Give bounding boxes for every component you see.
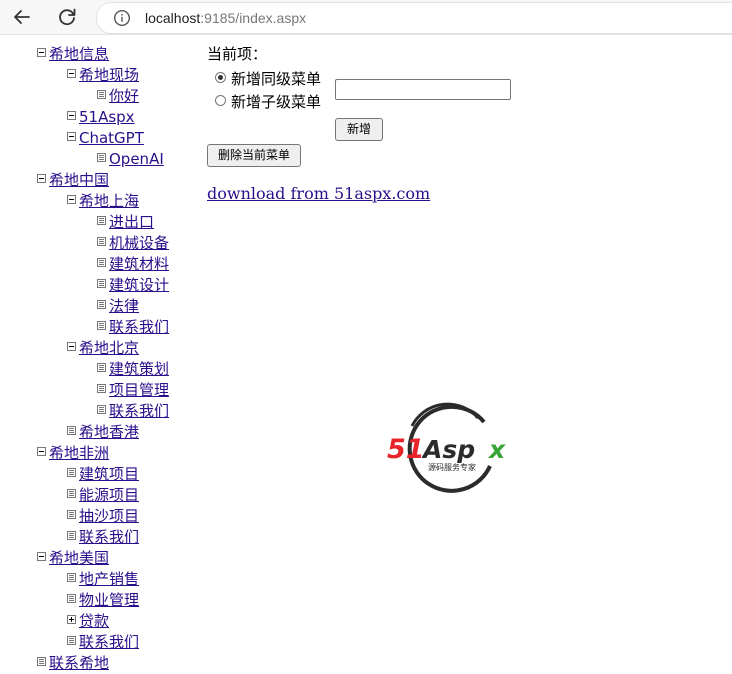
tree-leaf-icon [97,258,106,267]
svg-text:Asp: Asp [421,435,475,464]
current-item-label: 当前项： [207,45,268,63]
tree-node-label[interactable]: 希地信息 [49,44,109,64]
tree-collapse-icon[interactable] [37,48,46,57]
tree-node-label[interactable]: 进出口 [109,212,154,232]
tree-node-label[interactable]: 希地美国 [49,548,109,568]
tree-node-label[interactable]: 希地中国 [49,170,109,190]
url-path: :9185/index.aspx [200,10,307,26]
tree-node-label[interactable]: ChatGPT [79,128,144,148]
tree-leaf-icon [97,216,106,225]
tree-expand-icon[interactable] [67,615,76,624]
radio-button-child[interactable] [215,95,226,106]
tree-node-label[interactable]: 地产销售 [79,569,139,589]
tree-leaf-icon [97,279,106,288]
url-host: localhost [145,10,201,26]
tree-node-label[interactable]: 联系我们 [109,401,169,421]
tree-node-label[interactable]: 能源项目 [79,485,139,505]
tree-collapse-icon[interactable] [67,342,76,351]
tree-leaf-icon [67,636,76,645]
tree-node-label[interactable]: 你好 [109,86,139,106]
tree-leaf-icon [97,384,106,393]
tree-node-label[interactable]: 抽沙项目 [79,506,139,526]
radio-label-child: 新增子级菜单 [231,93,322,111]
tree-leaf-icon [67,468,76,477]
tree-leaf-icon [67,489,76,498]
radio-label-sibling: 新增同级菜单 [231,70,322,88]
tree-node-label[interactable]: 希地北京 [79,338,139,358]
tree-collapse-icon[interactable] [67,69,76,78]
tree-node-label[interactable]: 法律 [109,296,139,316]
tree-leaf-icon [37,657,46,666]
tree-collapse-icon[interactable] [67,195,76,204]
tree-leaf-icon [97,405,106,414]
back-arrow-icon [14,10,30,24]
tree-node-label[interactable]: 建筑设计 [109,275,169,295]
tree-node-label[interactable]: 建筑项目 [79,464,139,484]
radio-button-sibling[interactable] [215,72,226,83]
tree-node-label[interactable]: 物业管理 [79,590,139,610]
tree-node-label[interactable]: OpenAI [109,149,164,169]
tree-leaf-icon [97,153,106,162]
tree-leaf-icon [97,321,106,330]
tree-leaf-icon [67,573,76,582]
svg-text:源码服务专家: 源码服务专家 [428,462,476,472]
tree-collapse-icon[interactable] [37,552,46,561]
tree-collapse-icon[interactable] [37,447,46,456]
tree-node-label[interactable]: 贷款 [79,611,109,631]
tree-node-label[interactable]: 51Aspx [79,107,135,127]
tree-node-label[interactable]: 建筑策划 [109,359,169,379]
add-button[interactable]: 新增 [335,118,383,141]
tree-node-label[interactable]: 建筑材料 [109,254,169,274]
tree-node-label[interactable]: 项目管理 [109,380,169,400]
delete-current-menu-button[interactable]: 删除当前菜单 [207,144,301,167]
tree-leaf-icon [67,510,76,519]
51aspx-logo: 51 Asp x 源码服务专家 [386,400,514,496]
tree-leaf-icon [67,531,76,540]
back-button[interactable] [9,4,35,30]
menu-name-input[interactable] [335,79,511,100]
reload-icon [59,8,76,26]
browser-toolbar: localhost:9185/index.aspx [0,0,732,35]
tree-node-label[interactable]: 联系我们 [79,632,139,652]
tree-leaf-icon [97,90,106,99]
tree-collapse-icon[interactable] [67,132,76,141]
tree-node-label[interactable]: 联系我们 [79,527,139,547]
tree-leaf-icon [97,363,106,372]
tree-node-label[interactable]: 机械设备 [109,233,169,253]
tree-leaf-icon [67,426,76,435]
tree-node-label[interactable]: 希地现场 [79,65,139,85]
tree-leaf-icon [67,594,76,603]
tree-node-label[interactable]: 联系我们 [109,317,169,337]
tree-node-label[interactable]: 希地香港 [79,422,139,442]
url-text: localhost:9185/index.aspx [145,9,306,27]
tree-collapse-icon[interactable] [37,174,46,183]
tree-node-label[interactable]: 联系希地 [49,653,109,673]
reload-button[interactable] [54,4,80,30]
info-icon[interactable] [113,9,131,27]
tree-leaf-icon [97,237,106,246]
svg-text:x: x [487,435,506,464]
address-bar[interactable]: localhost:9185/index.aspx [96,2,732,34]
tree-collapse-icon[interactable] [67,111,76,120]
tree-node-label[interactable]: 希地非洲 [49,443,109,463]
tree-leaf-icon [97,300,106,309]
tree-node-label[interactable]: 希地上海 [79,191,139,211]
download-link[interactable]: download from 51aspx.com [207,184,430,204]
svg-text:51: 51 [387,434,425,465]
